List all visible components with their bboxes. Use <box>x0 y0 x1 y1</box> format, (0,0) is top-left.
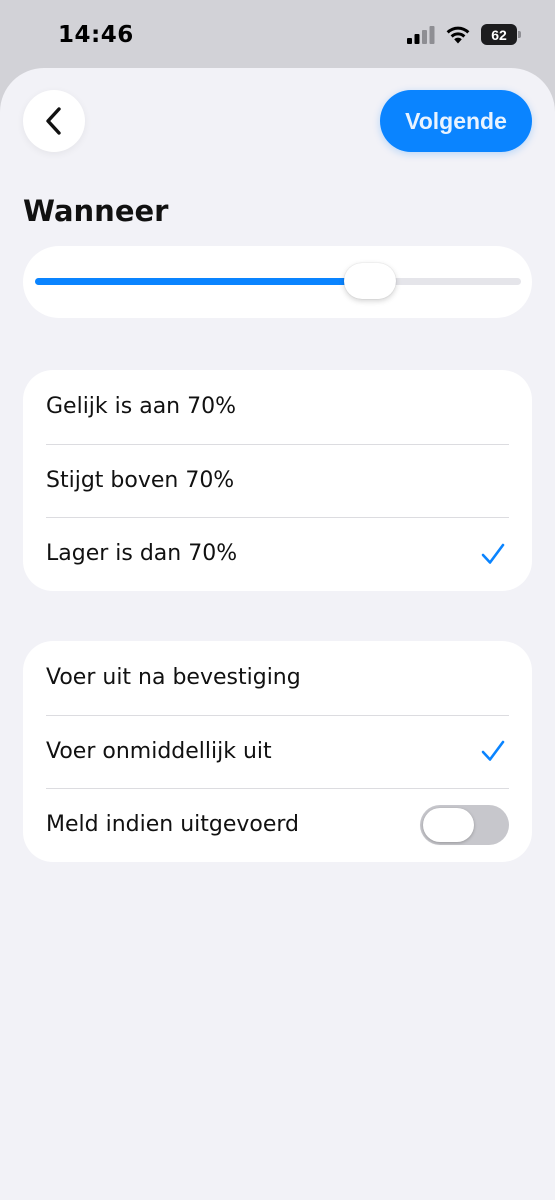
option-label: Voer uit na bevestiging <box>46 665 301 691</box>
back-button[interactable] <box>23 90 85 152</box>
option-label: Meld indien uitgevoerd <box>46 812 300 838</box>
status-bar: 14:46 62 <box>0 0 555 68</box>
option-run-immediately[interactable]: Voer onmiddellijk uit <box>23 714 532 789</box>
option-label: Stijgt boven 70% <box>46 467 235 493</box>
status-time: 14:46 <box>58 22 134 48</box>
notify-toggle[interactable] <box>420 804 509 845</box>
chevron-left-icon <box>46 107 61 135</box>
wifi-icon <box>446 26 470 44</box>
condition-options: Gelijk is aan 70% Stijgt boven 70% Lager… <box>23 370 532 591</box>
option-label: Gelijk is aan 70% <box>46 394 237 420</box>
status-icons: 62 <box>407 24 521 45</box>
option-label: Voer onmiddellijk uit <box>46 738 272 764</box>
threshold-slider-card <box>23 246 532 318</box>
option-notify-when-executed: Meld indien uitgevoerd <box>23 788 532 862</box>
checkmark-icon <box>481 741 505 762</box>
modal-sheet: Volgende Wanneer Gelijk is aan 70% Stijg… <box>0 68 555 1200</box>
toggle-knob <box>423 807 474 842</box>
option-equal-to[interactable]: Gelijk is aan 70% <box>23 370 532 444</box>
option-label: Lager is dan 70% <box>46 541 238 567</box>
next-button[interactable]: Volgende <box>380 90 532 152</box>
slider-track[interactable] <box>35 263 521 299</box>
option-lower-than[interactable]: Lager is dan 70% <box>23 517 532 591</box>
cellular-signal-icon <box>407 25 435 44</box>
execution-options: Voer uit na bevestiging Voer onmiddellij… <box>23 641 532 862</box>
section-title: Wanneer <box>23 194 169 228</box>
battery-level: 62 <box>491 26 507 43</box>
battery-icon: 62 <box>481 24 521 45</box>
slider-thumb[interactable] <box>343 263 396 299</box>
slider-fill <box>35 278 370 285</box>
checkmark-icon <box>481 543 505 564</box>
option-run-after-confirmation[interactable]: Voer uit na bevestiging <box>23 641 532 715</box>
option-rises-above[interactable]: Stijgt boven 70% <box>23 443 532 518</box>
